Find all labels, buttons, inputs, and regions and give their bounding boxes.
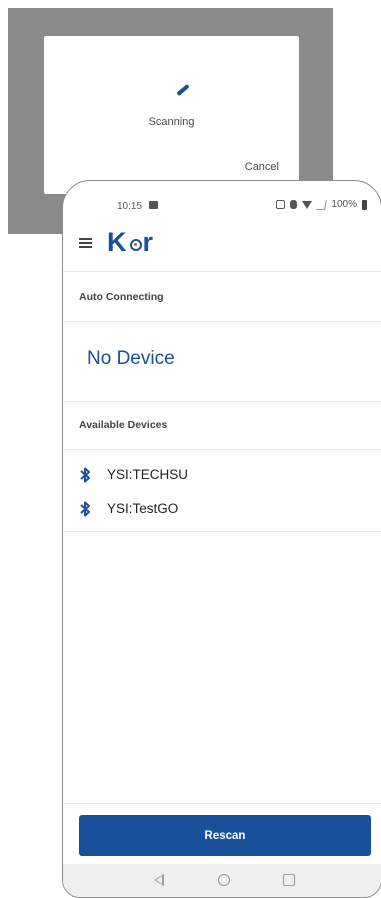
vibrate-icon <box>290 200 298 209</box>
back-icon[interactable] <box>154 874 164 886</box>
divider <box>63 531 381 532</box>
auto-connect-device-value: No Device <box>87 348 175 369</box>
divider <box>63 803 381 804</box>
divider <box>63 321 381 322</box>
device-list-item[interactable]: YSI:TestGO <box>63 495 381 525</box>
scanning-dialog: Scanning Cancel <box>44 36 299 194</box>
status-icons: 100% <box>276 199 367 210</box>
logo-dot-icon <box>129 238 142 251</box>
battery-icon <box>362 199 367 210</box>
auto-connecting-label: Auto Connecting <box>79 291 164 303</box>
wifi-icon <box>302 200 313 209</box>
recent-apps-icon[interactable] <box>283 874 295 886</box>
logo-letter-r: r <box>142 227 155 257</box>
logo-letter-k: K <box>107 227 128 257</box>
system-nav-bar <box>63 864 381 897</box>
scanning-status-text: Scanning <box>148 116 195 128</box>
signal-icon <box>316 199 328 210</box>
app-bar: K r <box>63 221 381 272</box>
bluetooth-icon <box>80 467 90 483</box>
device-name: YSI:TECHSU <box>107 467 189 482</box>
image-notification-icon <box>149 201 158 209</box>
available-devices-label: Available Devices <box>79 419 168 431</box>
kor-logo: K r <box>107 227 154 258</box>
loading-spinner-icon <box>176 83 190 97</box>
phone-screen: 10:15 100% K r Auto Connecting No Device… <box>62 180 381 898</box>
divider <box>63 401 381 402</box>
device-name: YSI:TestGO <box>107 501 179 516</box>
menu-icon[interactable] <box>79 238 92 248</box>
rescan-button[interactable]: Rescan <box>79 815 371 856</box>
nfc-icon <box>276 200 286 209</box>
bluetooth-icon <box>80 501 90 517</box>
divider <box>63 449 381 450</box>
device-list-item[interactable]: YSI:TECHSU <box>63 461 381 491</box>
status-time: 10:15 <box>117 201 143 212</box>
battery-percent: 100% <box>331 199 357 210</box>
status-bar: 10:15 100% <box>63 181 381 221</box>
home-icon[interactable] <box>218 874 230 886</box>
cancel-button[interactable]: Cancel <box>245 161 279 173</box>
